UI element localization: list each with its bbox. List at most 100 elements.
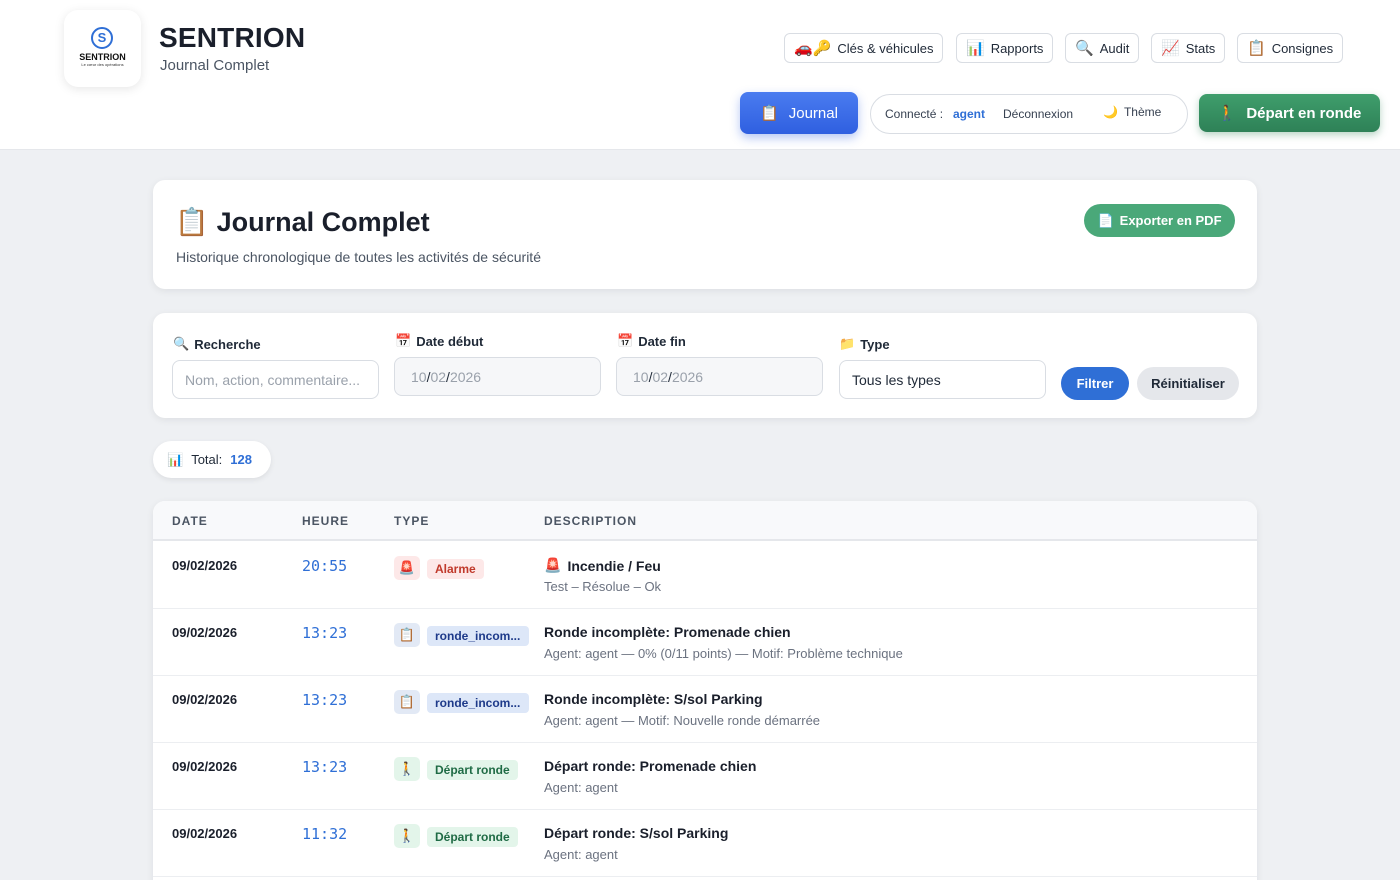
bar-chart-icon: 📊 [966, 40, 985, 57]
column-header-type[interactable]: TYPE [394, 514, 429, 528]
logo-tagline: Le cœur des opérations [81, 62, 124, 67]
export-pdf-label: Exporter en PDF [1119, 213, 1222, 228]
app-logo[interactable]: S SENTRION Le cœur des opérations [64, 10, 141, 87]
row-time: 13:23 [302, 624, 348, 642]
filter-panel: 🔍 Recherche Nom, action, commentaire... … [153, 313, 1257, 418]
column-header-description[interactable]: DESCRIPTION [544, 514, 637, 528]
row-date: 09/02/2026 [172, 692, 238, 707]
nav-stats-button[interactable]: 📈 Stats [1151, 33, 1226, 63]
start-round-label: Départ en ronde [1246, 104, 1362, 122]
row-type-badge: ronde_incom... [427, 626, 529, 646]
page-title-text: Journal Complet [216, 206, 430, 237]
connected-user: agent [953, 107, 986, 121]
nav-label: Audit [1099, 40, 1130, 56]
column-header-time[interactable]: HEURE [302, 514, 349, 528]
page-description: Historique chronologique de toutes les a… [176, 249, 541, 265]
walking-person-icon: 🚶 [1217, 105, 1237, 122]
row-time: 13:23 [302, 758, 348, 776]
row-date: 09/02/2026 [172, 625, 238, 640]
car-key-icon: 🚗🔑 [794, 40, 832, 57]
nav-label: Rapports [990, 40, 1044, 56]
type-select[interactable]: Tous les types [839, 360, 1046, 399]
nav-audit-button[interactable]: 🔍 Audit [1065, 33, 1140, 63]
clipboard-icon: 📋 [760, 105, 779, 122]
start-month: 02 [430, 368, 447, 385]
total-badge: 📊 Total: 128 [153, 441, 271, 478]
calendar-icon: 📅 [395, 333, 412, 348]
row-description-text: Incendie / Feu [567, 557, 661, 574]
table-row[interactable]: 09/02/2026 11:32 🚶 Départ ronde Départ r… [153, 810, 1257, 877]
table-row[interactable]: 09/02/2026 13:23 📋 ronde_incom... Ronde … [153, 676, 1257, 743]
table-row[interactable]: 09/02/2026 13:23 📋 ronde_incom... Ronde … [153, 609, 1257, 676]
search-label-text: Recherche [194, 336, 261, 352]
search-icon: 🔍 [173, 336, 190, 351]
column-header-date[interactable]: DATE [172, 514, 208, 528]
row-detail: Agent: agent [544, 780, 618, 795]
logo-name: SENTRION [79, 52, 126, 62]
row-time: 11:32 [302, 825, 348, 843]
row-date: 09/02/2026 [172, 759, 238, 774]
end-date-field[interactable]: 10/02/2026 [616, 357, 823, 396]
table-header: DATE HEURE TYPE DESCRIPTION [153, 501, 1257, 541]
row-description: Ronde incomplète: S/sol Parking [544, 691, 763, 707]
moon-icon: 🌙 [1103, 105, 1118, 119]
end-date-label-text: Date fin [638, 333, 686, 349]
start-date-field[interactable]: 10/02/2026 [394, 357, 601, 396]
search-placeholder: Nom, action, commentaire... [185, 371, 361, 388]
start-date-label-text: Date début [416, 333, 484, 349]
trend-chart-icon: 📈 [1161, 40, 1180, 57]
row-detail: Agent: agent — 0% (0/11 points) — Motif:… [544, 646, 903, 661]
row-time: 20:55 [302, 557, 348, 575]
type-select-value: Tous les types [852, 371, 941, 388]
brand-subtitle: Journal Complet [160, 57, 270, 74]
page-header-card: 📋 Journal Complet Historique chronologiq… [153, 180, 1257, 289]
end-month: 02 [652, 368, 669, 385]
theme-toggle[interactable]: 🌙 Thème [1103, 105, 1161, 119]
alarm-siren-icon: 🚨 [394, 556, 420, 580]
bar-chart-icon: 📊 [167, 451, 184, 467]
document-icon: 📄 [1097, 212, 1114, 228]
nav-keys-vehicles-button[interactable]: 🚗🔑 Clés & véhicules [784, 33, 944, 63]
reset-button[interactable]: Réinitialiser [1137, 367, 1239, 400]
type-label: 📁 Type [839, 336, 890, 352]
search-label: 🔍 Recherche [173, 336, 261, 352]
nav-reports-button[interactable]: 📊 Rapports [956, 33, 1054, 63]
row-type-badge: Départ ronde [427, 827, 518, 847]
filter-button[interactable]: Filtrer [1061, 367, 1129, 400]
row-type-badge: Départ ronde [427, 760, 518, 780]
row-description: Départ ronde: Promenade chien [544, 758, 757, 774]
search-input[interactable]: Nom, action, commentaire... [172, 360, 379, 399]
row-detail: Agent: agent [544, 847, 618, 862]
logout-button[interactable]: Déconnexion [1003, 107, 1073, 121]
row-date: 09/02/2026 [172, 558, 238, 573]
app-header: S SENTRION Le cœur des opérations SENTRI… [0, 0, 1400, 150]
theme-label: Thème [1123, 105, 1162, 119]
start-round-button[interactable]: 🚶 Départ en ronde [1199, 94, 1380, 132]
journal-button[interactable]: 📋 Journal [740, 92, 858, 134]
start-year: 2026 [449, 368, 482, 385]
row-description: 🚨 Incendie / Feu [544, 557, 661, 574]
alarm-siren-icon: 🚨 [544, 557, 562, 573]
row-date: 09/02/2026 [172, 826, 238, 841]
start-date-label: 📅 Date début [395, 333, 483, 349]
clipboard-icon: 📋 [1247, 40, 1266, 57]
row-time: 13:23 [302, 691, 348, 709]
end-year: 2026 [671, 368, 704, 385]
folder-icon: 📁 [839, 336, 856, 351]
row-type-badge: ronde_incom... [427, 693, 529, 713]
page-title: 📋 Journal Complet [175, 206, 430, 238]
table-row[interactable]: 09/02/2026 20:55 🚨 Alarme 🚨 Incendie / F… [153, 542, 1257, 609]
row-type-badge: Alarme [427, 559, 484, 579]
type-label-text: Type [860, 336, 890, 352]
session-bar: Connecté : agent Déconnexion 🌙 Thème [870, 94, 1188, 134]
table-row[interactable]: 09/02/2026 13:23 🚶 Départ ronde Départ r… [153, 743, 1257, 810]
row-description: Départ ronde: S/sol Parking [544, 825, 729, 841]
connected-label: Connecté : [885, 107, 944, 121]
calendar-icon: 📅 [617, 333, 634, 348]
nav-instructions-button[interactable]: 📋 Consignes [1237, 33, 1344, 63]
end-day: 10 [633, 368, 649, 385]
magnifier-icon: 🔍 [1075, 40, 1094, 57]
export-pdf-button[interactable]: 📄 Exporter en PDF [1084, 204, 1235, 237]
brand-title: SENTRION [159, 22, 306, 53]
total-label: Total: [191, 452, 223, 467]
